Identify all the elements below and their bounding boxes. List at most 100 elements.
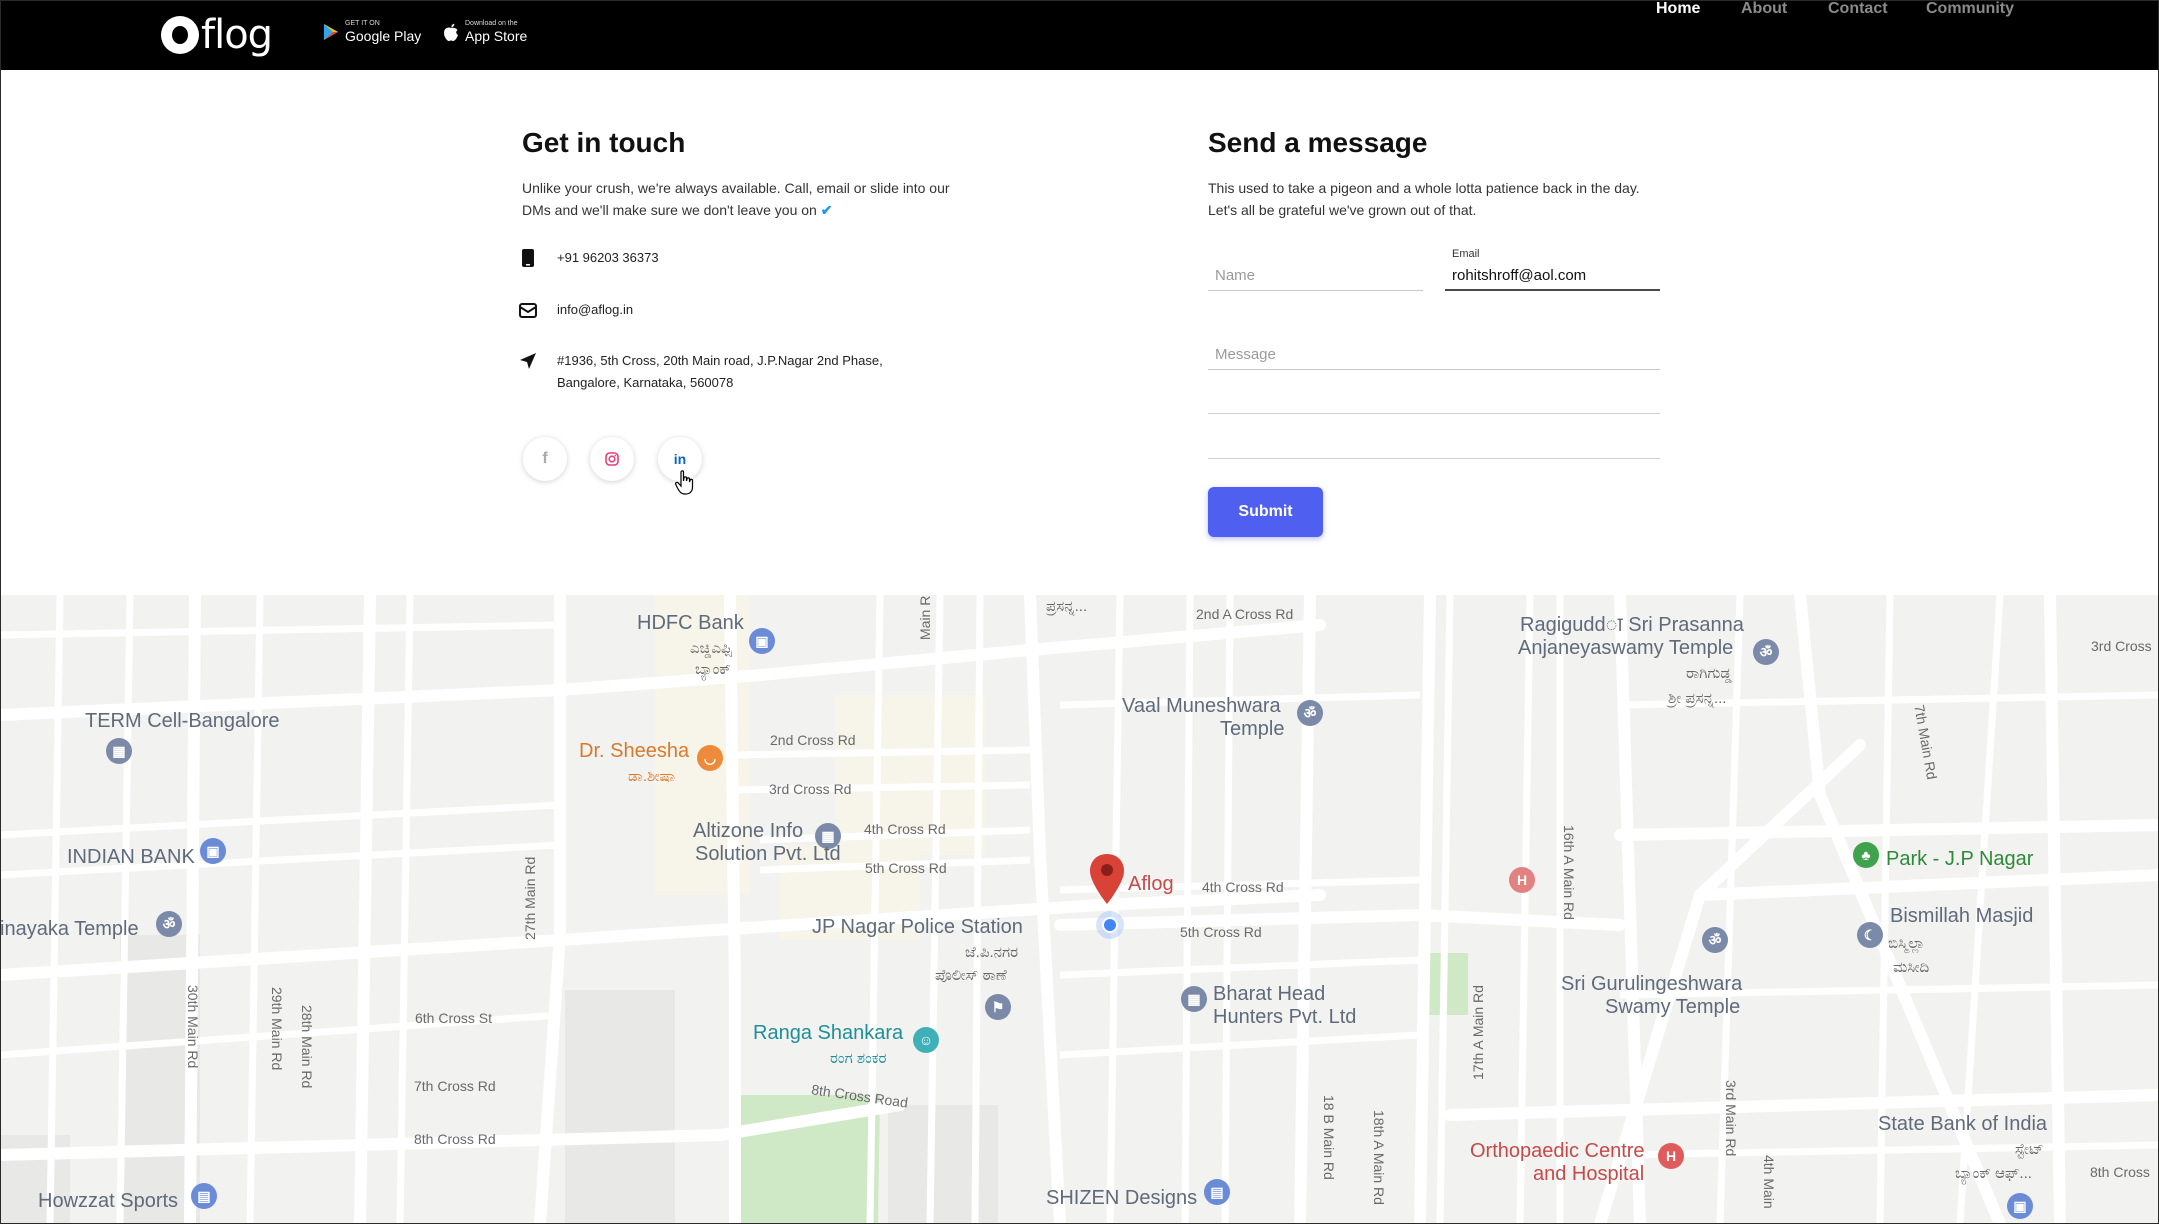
app-store-small-text: Download on the [465,20,518,27]
mail-icon [518,300,538,320]
dr-sheesha-kn-label: ಡಾ.ಶೀಷಾ [628,768,676,785]
nav-contact-link[interactable]: Contact [1828,0,1888,18]
howzzat-sports-label: Howzzat Sports [38,1190,179,1212]
app-store-badge[interactable]: Download on the App Store [443,20,527,44]
contact-intro-line1: Unlike your crush, we're always availabl… [522,180,950,196]
map-roads [0,595,2159,1224]
address: #1936, 5th Cross, 20th Main road, J.P.Na… [557,350,883,394]
vaal-muneshwara-label-1: Vaal Muneshwara [1122,695,1281,717]
logo-a-icon [161,16,199,54]
road-16th-a-main: 16th A Main Rd [1561,825,1577,920]
app-store-text: App Store [465,28,528,44]
submit-button[interactable]: Submit [1208,487,1323,537]
temple-pin-icon: ॐ [156,911,182,937]
road-29th-main: 29th Main Rd [269,987,285,1071]
bank-pin-icon: ▣ [749,628,775,654]
orthopaedic-label-2: and Hospital [1533,1163,1645,1185]
road-2nd-cross: 2nd Cross Rd [770,732,856,748]
phone-icon [518,248,538,268]
address-line1: #1936, 5th Cross, 20th Main road, J.P.Na… [557,353,883,368]
road-5th-cross-left: 5th Cross Rd [865,860,947,876]
hdfc-bank-kn-label-1: ಎಚ್ಡಿಎಫ್ಸಿ [690,640,733,657]
term-cell-label: TERM Cell-Bangalore [85,710,280,732]
vaal-muneshwara-label-2: Temple [1220,718,1285,740]
road-3rd-cross-rd: 3rd Cross Rd [769,781,852,797]
bismillah-kn-label-1: ಬಿಸ್ಮಿಲ್ಲಾ [1888,935,1925,952]
road-main-rd: Main Rd [917,595,933,640]
police-pin-icon: ⚑ [985,994,1011,1020]
bharat-head-label-1: Bharat Head [1213,983,1326,1005]
phone-number[interactable]: +91 96203 36373 [557,247,659,269]
email-address[interactable]: info@aflog.in [557,299,633,321]
google-play-icon [324,24,338,40]
road-8th-cross: 8th Cross Rd [414,1131,496,1147]
double-check-icon: ✔ [820,202,833,218]
top-navbar: flog GET IT ON Google Play Download on t… [0,0,2159,70]
facebook-icon: f [542,450,548,467]
building-pin-icon: ▦ [1181,986,1207,1012]
aflog-marker-label: Aflog [1128,873,1174,895]
building-pin-icon: ▦ [106,738,132,764]
road-4th-main: 4th Main [1761,1155,1777,1209]
ranga-shankara-label: Ranga Shankara [753,1022,904,1044]
bharat-head-label-2: Hunters Pvt. Ltd [1213,1006,1357,1028]
facebook-button[interactable]: f [523,437,567,481]
park-jp-nagar-label: Park - J.P Nagar [1886,848,2034,870]
road-18b-main: 18 B Main Rd [1321,1095,1337,1180]
form-intro-line2: Let's all be grateful we've grown out of… [1208,202,1477,218]
hand-cursor-icon [675,470,694,495]
aflog-map-marker[interactable] [1088,852,1126,908]
road-30th-main: 30th Main Rd [185,985,201,1069]
prasanna-kn-label: ಪ್ರಸನ್ನ... [1046,598,1088,615]
send-message-title: Send a message [1208,127,1428,158]
road-27th-main: 27th Main Rd [522,856,538,940]
road-6th-cross-st: 6th Cross St [415,1010,493,1026]
instagram-icon [605,452,619,466]
gurulingeshwara-label-2: Swamy Temple [1605,996,1741,1018]
aflog-logo[interactable]: flog [161,12,273,58]
police-station-kn-label-1: ಜೆ.ಪಿ.ನಗರ [965,944,1019,961]
get-in-touch-title: Get in touch [522,127,686,158]
indian-bank-label: INDIAN BANK [67,846,195,868]
road-17th-a-main: 17th A Main Rd [1470,985,1486,1080]
police-station-kn-label-2: ಪೊಲೀಸ್ ಠಾಣೆ [935,967,1007,984]
road-18th-a-main: 18th A Main Rd [1371,1110,1387,1205]
form-intro: This used to take a pigeon and a whole l… [1208,177,1640,221]
vinayaka-temple-label: inayaka Temple [0,918,139,940]
hdfc-bank-label: HDFC Bank [637,612,744,634]
road-4th-cross-right: 4th Cross Rd [1202,879,1284,895]
shizen-designs-label: SHIZEN Designs [1046,1187,1198,1209]
current-location-dot [1096,911,1124,939]
mosque-pin-icon: ☾ [1857,922,1883,948]
linkedin-icon: in [673,451,687,467]
sbi-label: State Bank of India [1878,1113,2048,1135]
name-input[interactable] [1208,261,1423,291]
ragigudda-temple-label-2: Anjaneyaswamy Temple [1518,637,1734,659]
shop-pin-icon: ▤ [191,1183,217,1209]
instagram-button[interactable] [590,437,634,481]
nav-home-link[interactable]: Home [1656,0,1700,18]
road-28th-main: 28th Main Rd [299,1005,315,1089]
google-map[interactable]: Aflog ▣ ▦ ◡ ▦ ▣ ॐ ⚑ ☺ ▤ ▤ ॐ ॐ ▦ H ♣ ☾ ॐ … [0,595,2159,1224]
ragigudda-kn-label-1: ರಾಗಿಗುಡ್ಡ [1686,665,1732,682]
form-intro-line1: This used to take a pigeon and a whole l… [1208,180,1640,196]
park-pin-icon: ♣ [1853,842,1879,868]
theatre-pin-icon: ☺ [913,1027,939,1053]
dr-sheesha-label: Dr. Sheesha [579,740,690,762]
road-7th-cross: 7th Cross Rd [414,1078,496,1094]
message-line-2 [1208,413,1660,414]
bismillah-kn-label-2: ಮಸೀದಿ [1893,959,1930,976]
google-play-small-text: GET IT ON [345,20,380,27]
nav-community-link[interactable]: Community [1926,0,2014,18]
nav-about-link[interactable]: About [1741,0,1787,18]
google-play-text: Google Play [345,28,422,44]
altizone-label-2: Solution Pvt. Ltd [695,843,841,865]
logo-text: flog [201,12,273,58]
email-input[interactable] [1445,261,1660,291]
temple-pin-icon: ॐ [1702,927,1728,953]
message-input[interactable] [1208,340,1660,370]
ragigudda-kn-label-2: ಶ್ರೀ ಪ್ರಸನ್ನ... [1668,690,1727,707]
address-line2: Bangalore, Karnataka, 560078 [557,375,734,390]
restaurant-pin-icon: ◡ [697,745,723,771]
google-play-badge[interactable]: GET IT ON Google Play [323,20,421,44]
